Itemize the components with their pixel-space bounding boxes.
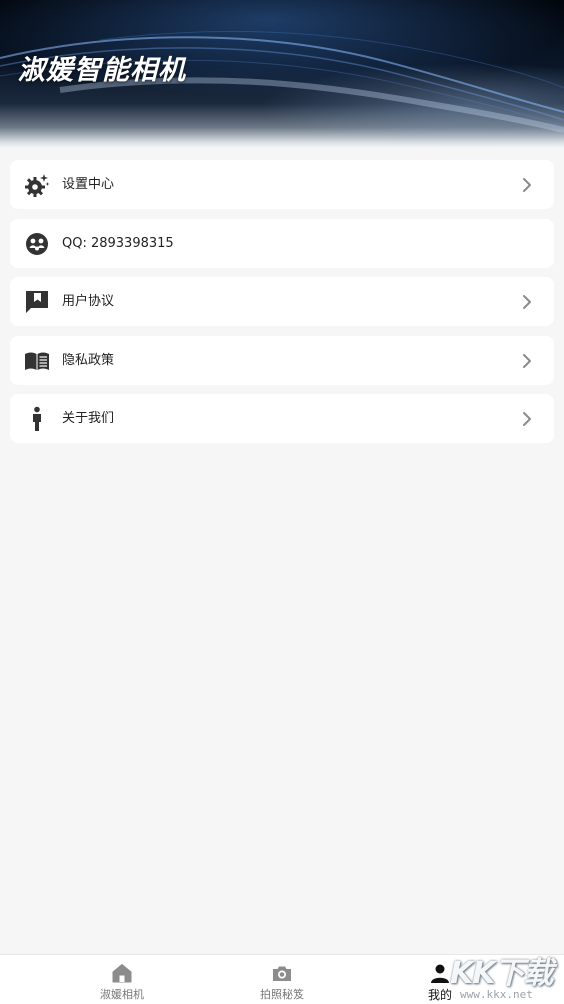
chevron-right-icon: [520, 177, 534, 193]
watermark-url: www.kkx.net: [460, 988, 533, 1001]
open-book-icon: [24, 348, 50, 374]
menu-item-settings-center[interactable]: 设置中心: [10, 160, 554, 209]
menu-item-privacy-policy[interactable]: 隐私政策: [10, 335, 554, 385]
header-banner: 淑媛智能相机: [0, 0, 564, 148]
menu-item-label: 设置中心: [62, 177, 115, 192]
tab-label: 拍照秘笈: [260, 988, 304, 1001]
bookmark-chat-icon: [24, 289, 50, 315]
menu-item-user-agreement[interactable]: 用户协议: [10, 277, 554, 326]
watermark-logo: KK下载: [450, 956, 553, 991]
menu-item-label: QQ: 2893398315: [62, 235, 174, 251]
person-icon: [24, 406, 50, 432]
gear-sparkle-icon: [24, 172, 50, 198]
app-title: 淑媛智能相机: [18, 55, 186, 86]
group-icon: [24, 231, 50, 257]
settings-menu: 设置中心 QQ: 2893398315 用户协议 隐私政策 关于我们: [10, 160, 554, 453]
menu-item-label: 关于我们: [62, 411, 115, 426]
home-icon: [112, 963, 132, 983]
site-watermark: KK下载 www.kkx.net: [446, 948, 564, 1004]
chevron-right-icon: [520, 294, 534, 310]
menu-item-label: 隐私政策: [62, 352, 115, 368]
menu-item-qq[interactable]: QQ: 2893398315: [10, 218, 554, 268]
chevron-right-icon: [520, 411, 534, 427]
tab-label: 淑媛相机: [100, 988, 144, 1001]
menu-item-about-us[interactable]: 关于我们: [10, 394, 554, 443]
chevron-right-icon: [520, 353, 534, 369]
camera-icon: [272, 963, 292, 983]
menu-item-label: 用户协议: [62, 294, 115, 309]
